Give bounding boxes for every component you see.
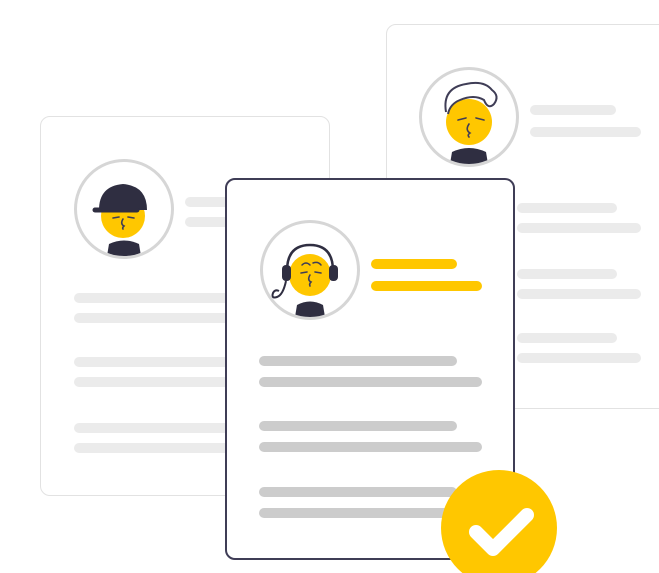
text-line xyxy=(259,442,482,452)
text-line xyxy=(517,223,641,233)
title-line xyxy=(530,127,641,137)
text-line xyxy=(259,377,482,387)
curly-hair-person-icon xyxy=(444,81,498,164)
text-line xyxy=(517,353,641,363)
headset-person-icon xyxy=(271,243,338,317)
title-line xyxy=(371,281,482,291)
text-line xyxy=(74,293,234,303)
text-line xyxy=(259,487,457,497)
text-line xyxy=(517,289,641,299)
profile-cards-illustration xyxy=(0,0,659,573)
text-line xyxy=(74,377,234,387)
text-line xyxy=(517,269,617,279)
avatar-front xyxy=(260,220,360,320)
text-line xyxy=(517,333,617,343)
cap-person-icon xyxy=(92,184,147,256)
avatar-right xyxy=(419,67,519,167)
text-line xyxy=(74,443,234,453)
text-line xyxy=(517,203,617,213)
selected-badge xyxy=(441,470,557,573)
text-line xyxy=(259,356,457,366)
text-line xyxy=(74,357,234,367)
text-line xyxy=(259,421,457,431)
avatar-left xyxy=(74,159,174,259)
text-line xyxy=(74,423,234,433)
name-line xyxy=(371,259,457,269)
checkmark-icon xyxy=(469,508,534,556)
text-line xyxy=(259,508,457,518)
name-line xyxy=(530,105,616,115)
text-line xyxy=(74,313,234,323)
